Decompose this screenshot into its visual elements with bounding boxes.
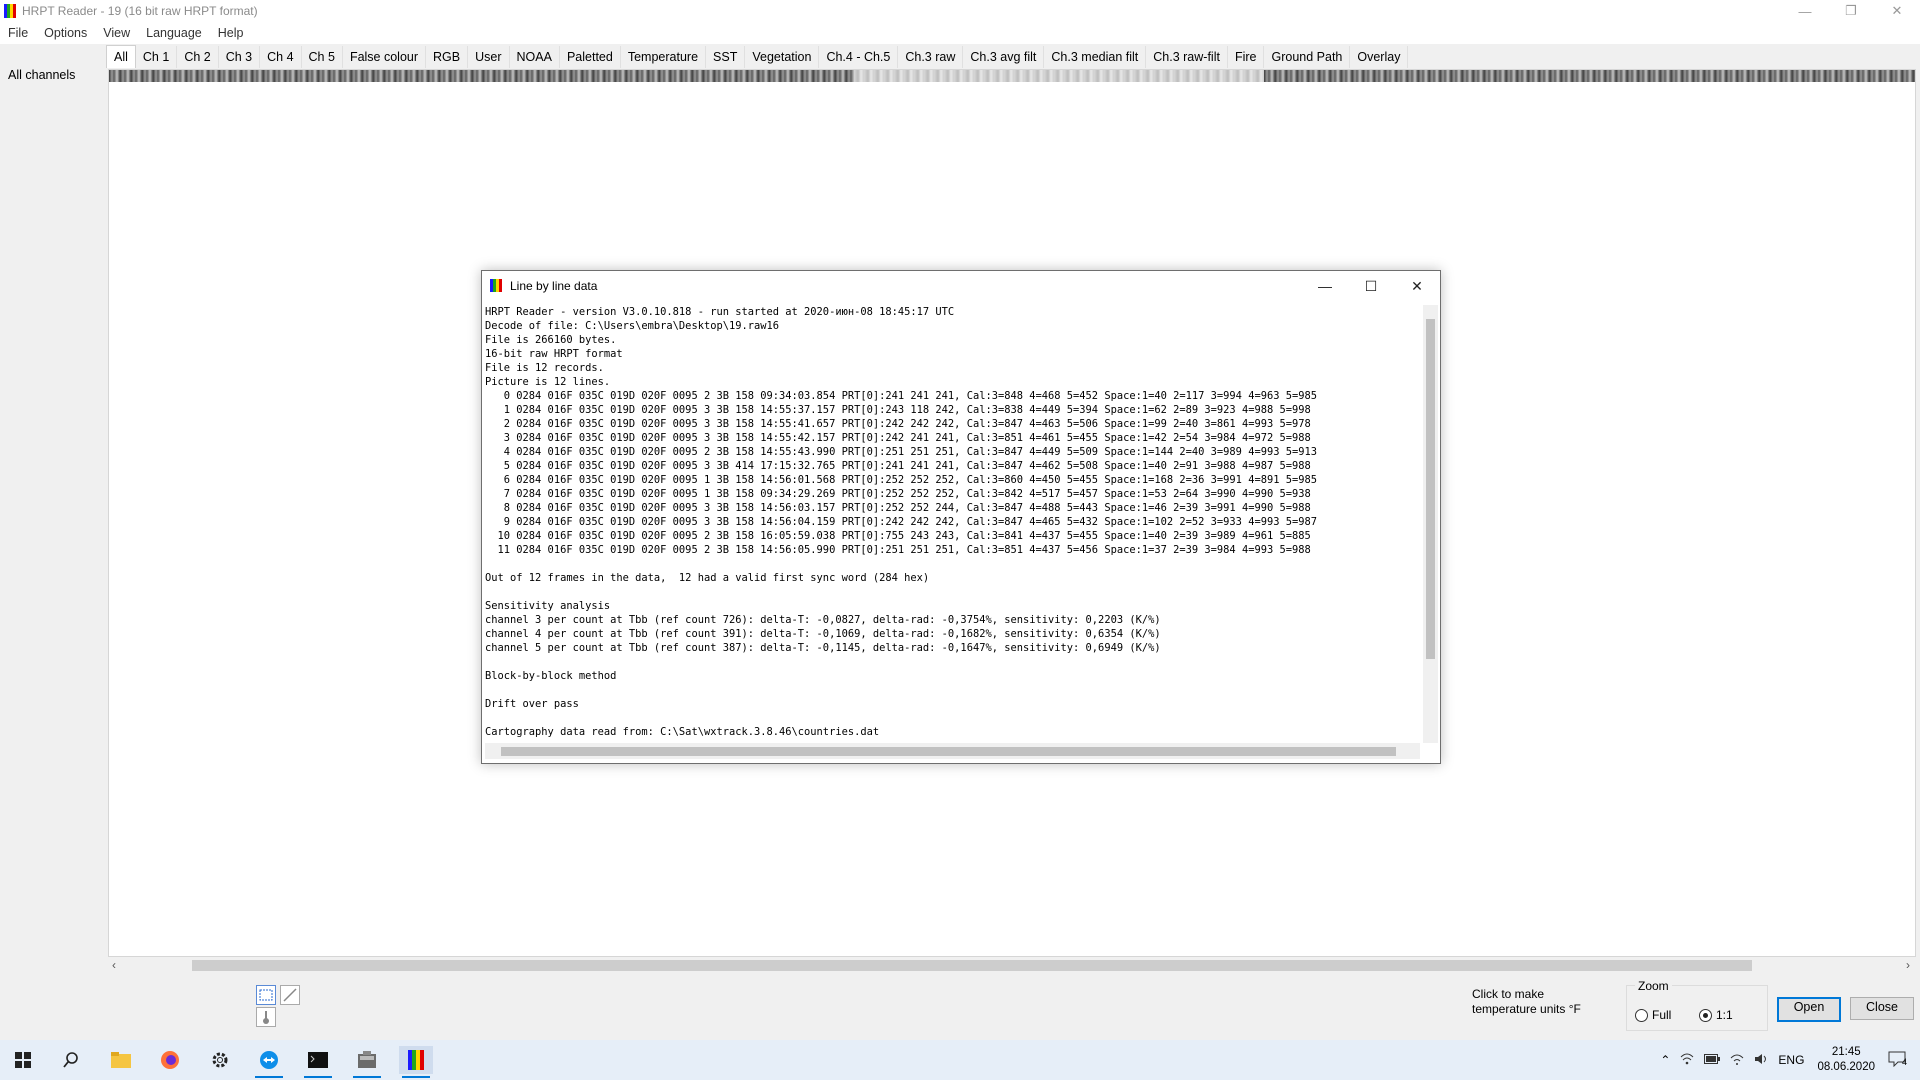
channel-tabs: All Ch 1 Ch 2 Ch 3 Ch 4 Ch 5 False colou… (106, 44, 1409, 68)
window-title: HRPT Reader - 19 (16 bit raw HRPT format… (22, 4, 258, 18)
hrpt-app-icon (490, 279, 502, 292)
hrpt-app-icon (4, 4, 16, 18)
canvas-horizontal-scrollbar[interactable]: ‹ › (108, 957, 1914, 974)
terminal-icon[interactable] (301, 1046, 335, 1078)
tab-ch4-ch5[interactable]: Ch.4 - Ch.5 (819, 46, 899, 68)
tab-overlay[interactable]: Overlay (1350, 46, 1409, 68)
system-tray: ⌃ ENG 21:45 08.06.2020 4 (1655, 1040, 1920, 1080)
dialog-title: Line by line data (510, 279, 598, 293)
scroll-left-icon[interactable]: ‹ (112, 958, 116, 972)
file-explorer-icon[interactable] (104, 1046, 138, 1074)
open-button[interactable]: Open (1777, 997, 1841, 1022)
tab-rgb[interactable]: RGB (426, 46, 469, 68)
line-by-line-dialog: Line by line data — ☐ ✕ HRPT Reader - ve… (481, 270, 1441, 764)
draw-line-icon[interactable] (280, 985, 300, 1005)
temperature-units-hint[interactable]: Click to make temperature units °F (1472, 987, 1582, 1017)
log-text: HRPT Reader - version V3.0.10.818 - run … (485, 306, 1318, 738)
close-window-button[interactable]: ✕ (1874, 0, 1920, 22)
window-titlebar: HRPT Reader - 19 (16 bit raw HRPT format… (0, 0, 1920, 22)
minimize-button[interactable]: — (1782, 0, 1828, 22)
select-rectangle-icon[interactable] (256, 985, 276, 1005)
menu-bar: File Options View Language Help (0, 22, 1920, 44)
tab-ch1[interactable]: Ch 1 (136, 46, 178, 68)
tab-vegetation[interactable]: Vegetation (745, 46, 820, 68)
dialog-minimize-button[interactable]: — (1302, 271, 1348, 301)
tab-sst[interactable]: SST (706, 46, 746, 68)
log-horizontal-scrollbar[interactable] (485, 743, 1420, 759)
scrollbar-thumb[interactable] (192, 960, 1752, 971)
notifications-icon[interactable]: 4 (1883, 1051, 1920, 1070)
restore-button[interactable]: ❐ (1828, 0, 1874, 22)
clock-time: 21:45 (1831, 1046, 1861, 1058)
battery-icon[interactable] (1699, 1053, 1725, 1067)
teamviewer-icon[interactable] (252, 1046, 286, 1078)
windows-start-icon[interactable] (6, 1046, 40, 1074)
tab-ch3-raw-filt[interactable]: Ch.3 raw-filt (1146, 46, 1228, 68)
tab-paletted[interactable]: Paletted (560, 46, 621, 68)
tab-ch3[interactable]: Ch 3 (219, 46, 261, 68)
language-indicator[interactable]: ENG (1773, 1053, 1809, 1067)
tab-ch3-raw[interactable]: Ch.3 raw (898, 46, 964, 68)
zoom-1-1-radio[interactable]: 1:1 (1699, 1008, 1733, 1022)
tab-ch3-avg-filt[interactable]: Ch.3 avg filt (963, 46, 1045, 68)
dialog-close-button[interactable]: ✕ (1394, 271, 1440, 301)
thermometer-icon[interactable] (256, 1007, 276, 1027)
tab-temperature[interactable]: Temperature (621, 46, 707, 68)
hrpt-reader-icon[interactable] (399, 1046, 433, 1078)
tab-ch4[interactable]: Ch 4 (260, 46, 302, 68)
tab-all[interactable]: All (106, 45, 136, 68)
zoom-label: Zoom (1635, 979, 1672, 993)
menu-file[interactable]: File (0, 26, 36, 40)
firefox-icon[interactable] (153, 1046, 187, 1074)
clock-date: 08.06.2020 (1817, 1061, 1875, 1073)
tab-noaa[interactable]: NOAA (510, 46, 560, 68)
tab-ground-path[interactable]: Ground Path (1264, 46, 1351, 68)
menu-options[interactable]: Options (36, 26, 95, 40)
clock[interactable]: 21:45 08.06.2020 (1809, 1045, 1883, 1075)
wifi-icon[interactable] (1725, 1053, 1749, 1068)
zoom-full-radio[interactable]: Full (1635, 1008, 1671, 1022)
bottom-panel: Click to make temperature units °F Zoom … (0, 975, 1920, 1040)
close-button[interactable]: Close (1850, 997, 1914, 1020)
tab-ch2[interactable]: Ch 2 (177, 46, 219, 68)
log-text-area[interactable]: HRPT Reader - version V3.0.10.818 - run … (485, 305, 1420, 741)
settings-icon[interactable] (203, 1046, 237, 1074)
volume-icon[interactable] (1749, 1053, 1773, 1068)
hrpt-image-strip (109, 70, 1915, 82)
search-icon[interactable] (54, 1046, 88, 1074)
dialog-maximize-button[interactable]: ☐ (1348, 271, 1394, 301)
menu-help[interactable]: Help (210, 26, 252, 40)
network-icon[interactable] (1675, 1053, 1699, 1068)
tab-false-colour[interactable]: False colour (343, 46, 427, 68)
tab-user[interactable]: User (468, 46, 510, 68)
menu-language[interactable]: Language (138, 26, 210, 40)
taskbar: ⌃ ENG 21:45 08.06.2020 4 (0, 1040, 1920, 1080)
scrollbar-thumb[interactable] (1426, 319, 1435, 659)
menu-view[interactable]: View (95, 26, 138, 40)
dialog-titlebar: Line by line data — ☐ ✕ (482, 271, 1440, 301)
log-vertical-scrollbar[interactable] (1423, 305, 1438, 743)
chevron-up-icon[interactable]: ⌃ (1655, 1053, 1675, 1067)
sidebar-all-channels[interactable]: All channels (8, 68, 75, 82)
scroll-right-icon[interactable]: › (1906, 958, 1910, 972)
tab-fire[interactable]: Fire (1228, 46, 1265, 68)
zoom-group: Zoom Full 1:1 (1626, 979, 1768, 1031)
tab-ch3-median-filt[interactable]: Ch.3 median filt (1044, 46, 1147, 68)
scrollbar-thumb[interactable] (501, 747, 1396, 756)
notifications-count: 4 (1901, 1056, 1907, 1067)
tab-ch5[interactable]: Ch 5 (302, 46, 343, 68)
app-icon[interactable] (350, 1046, 384, 1078)
